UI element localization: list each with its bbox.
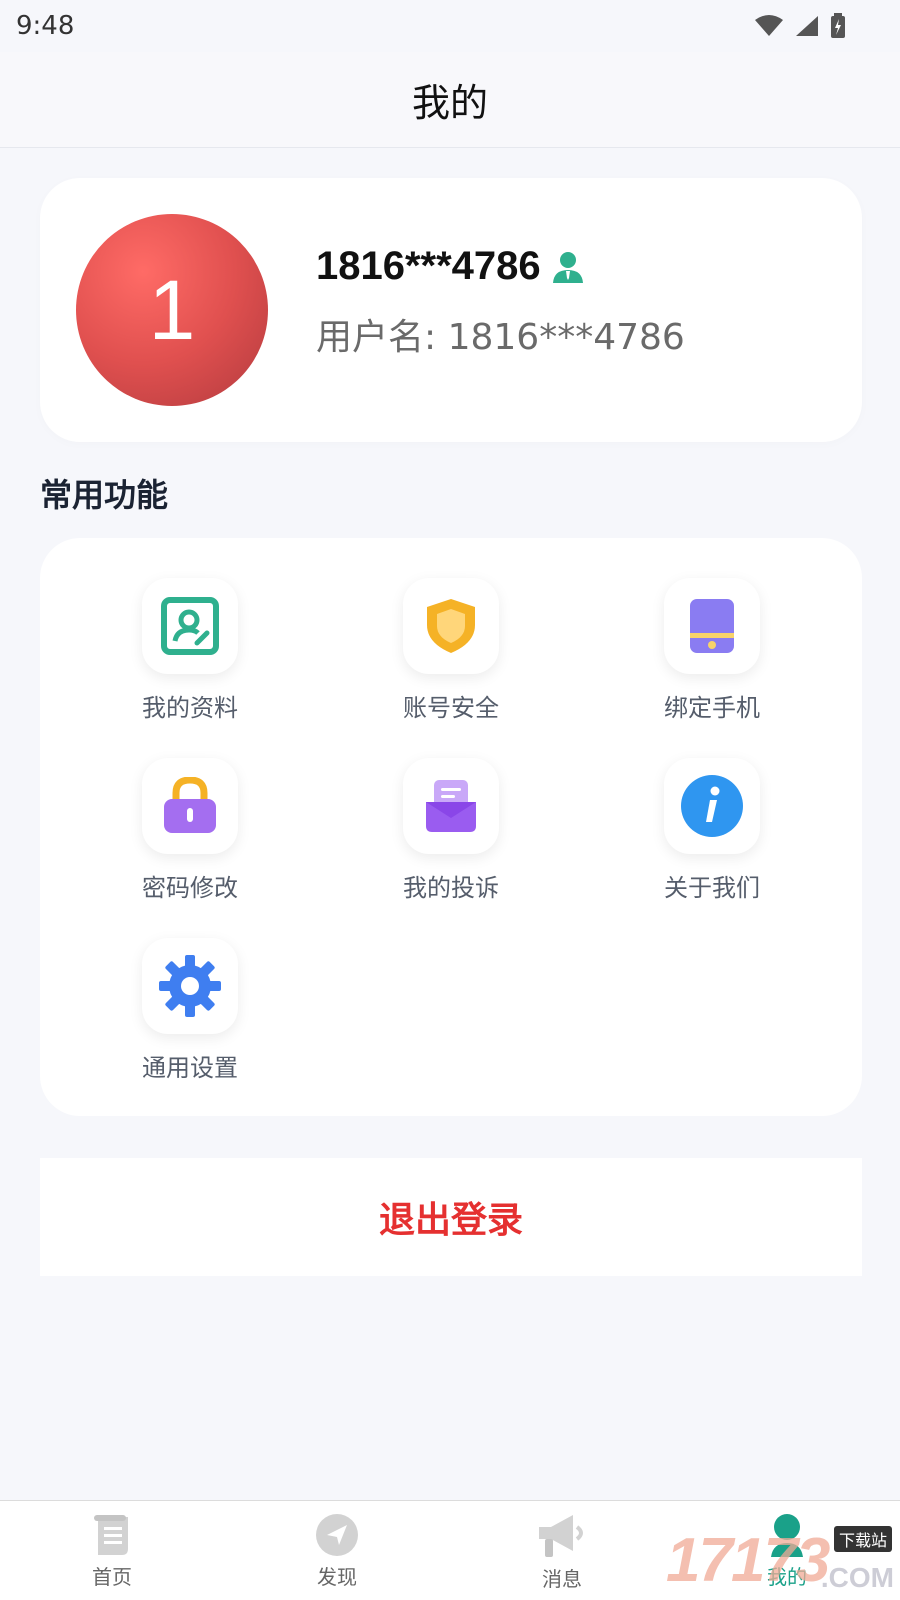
logout-button[interactable]: 退出登录 <box>40 1158 862 1276</box>
func-bind-phone[interactable]: 绑定手机 <box>632 578 792 738</box>
status-bar: 9:48 <box>0 0 900 52</box>
func-my-complaints[interactable]: 我的投诉 <box>371 758 531 918</box>
discover-icon <box>316 1514 358 1556</box>
tab-label: 首页 <box>92 1565 132 1589</box>
wifi-icon <box>755 15 783 36</box>
home-scroll-icon <box>94 1515 128 1555</box>
func-label: 通用设置 <box>142 1054 238 1082</box>
status-time: 9:48 <box>16 11 75 41</box>
func-label: 绑定手机 <box>664 694 760 722</box>
signal-icon <box>796 16 818 36</box>
lock-icon <box>164 777 216 833</box>
func-icon-wrap <box>664 758 760 854</box>
avatar-initial: 1 <box>148 262 196 357</box>
func-label: 密码修改 <box>142 874 238 902</box>
func-icon-wrap <box>142 938 238 1034</box>
tab-discover[interactable]: 发现 <box>247 1501 427 1600</box>
func-label: 我的投诉 <box>403 874 499 902</box>
func-icon-wrap <box>142 758 238 854</box>
func-icon-wrap <box>142 578 238 674</box>
watermark-digits: 17173 <box>666 1526 830 1595</box>
func-general-settings[interactable]: 通用设置 <box>110 938 270 1098</box>
func-about-us[interactable]: 关于我们 <box>632 758 792 918</box>
page-header: 我的 <box>0 52 900 148</box>
tab-label: 发现 <box>317 1565 357 1589</box>
status-icons <box>754 13 846 39</box>
func-change-password[interactable]: 密码修改 <box>110 758 270 918</box>
func-icon-wrap <box>403 758 499 854</box>
func-icon-wrap <box>664 578 760 674</box>
info-icon <box>681 775 743 837</box>
func-label: 我的资料 <box>142 694 238 722</box>
profile-display-name: 1816***4786 <box>316 244 541 288</box>
profile-card[interactable]: 1 1816***4786 用户名: 1816***4786 <box>40 178 862 442</box>
func-label: 账号安全 <box>403 694 499 722</box>
gear-icon <box>159 955 221 1017</box>
avatar[interactable]: 1 <box>76 214 268 406</box>
profile-username: 用户名: 1816***4786 <box>316 317 685 358</box>
watermark-logo: 17173 下载站 .COM <box>666 1526 898 1596</box>
shield-icon <box>427 599 475 653</box>
page-title: 我的 <box>411 81 488 125</box>
megaphone-icon <box>539 1515 583 1557</box>
profile-name-row: 1816***4786 <box>316 244 585 289</box>
section-title: 常用功能 <box>40 476 169 514</box>
functions-card: 我的资料 账号安全 绑定手机 密码修改 我的投诉 关于我们 通用设置 <box>40 538 862 1116</box>
phone-icon <box>690 599 734 653</box>
profile-card-icon <box>161 597 219 655</box>
func-account-security[interactable]: 账号安全 <box>371 578 531 738</box>
logout-label: 退出登录 <box>378 1200 523 1241</box>
user-badge-icon <box>552 251 583 283</box>
watermark-domain: .COM <box>820 1562 894 1593</box>
tab-label: 消息 <box>542 1567 582 1591</box>
complaint-icon <box>426 780 476 832</box>
bottom-tabbar: 首页 发现 消息 我的 17173 下载站 .COM <box>0 1500 900 1600</box>
battery-icon <box>831 13 845 38</box>
tab-messages[interactable]: 消息 <box>472 1501 652 1600</box>
tab-home[interactable]: 首页 <box>22 1501 202 1600</box>
watermark-tag: 下载站 <box>833 1526 892 1552</box>
func-label: 关于我们 <box>664 874 760 902</box>
func-icon-wrap <box>403 578 499 674</box>
func-my-profile[interactable]: 我的资料 <box>110 578 270 738</box>
